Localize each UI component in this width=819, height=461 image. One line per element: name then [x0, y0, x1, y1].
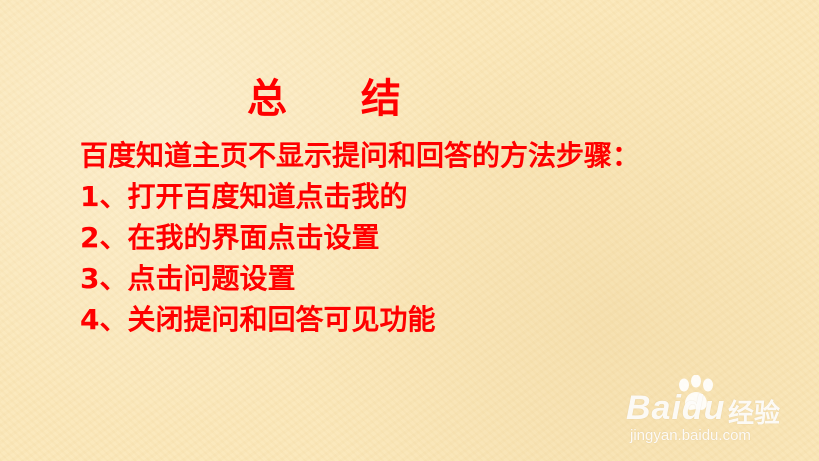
baidu-logo-text: Baidu [626, 389, 726, 427]
summary-step-3: 3、点击问题设置 [80, 262, 296, 295]
baidu-jingyan-watermark: Baidu 经验 jingyan.baidu.com [626, 375, 806, 453]
summary-step-4: 4、关闭提问和回答可见功能 [80, 303, 436, 336]
slide-title: 总 结 [247, 76, 431, 122]
slide: 总 结 百度知道主页不显示提问和回答的方法步骤： 1、打开百度知道点击我的 2、… [0, 0, 819, 461]
jingyan-logo-text: 经验 [728, 399, 781, 429]
summary-step-2: 2、在我的界面点击设置 [80, 221, 380, 254]
summary-intro-line: 百度知道主页不显示提问和回答的方法步骤： [80, 139, 641, 172]
watermark-url: jingyan.baidu.com [630, 427, 751, 444]
summary-list: 百度知道主页不显示提问和回答的方法步骤： 1、打开百度知道点击我的 2、在我的界… [80, 135, 640, 340]
summary-step-1: 1、打开百度知道点击我的 [80, 180, 408, 213]
